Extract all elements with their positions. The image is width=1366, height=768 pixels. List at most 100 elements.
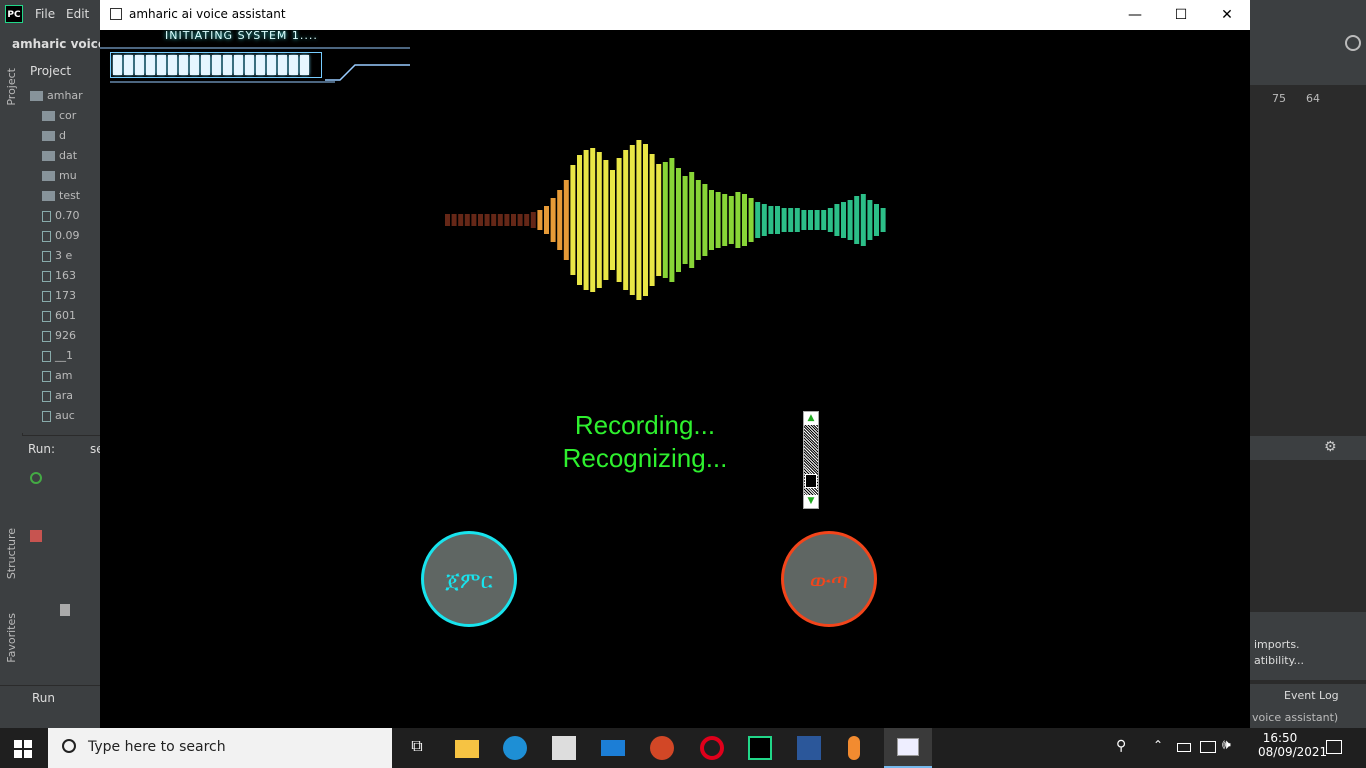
waveform-bar [669, 158, 675, 282]
project-tool-tab[interactable]: Project [5, 68, 18, 106]
file-icon [42, 290, 51, 302]
tree-item-label: 163 [55, 269, 76, 282]
warning-count[interactable]: 75 [1272, 92, 1286, 105]
gear-icon[interactable]: ⚙ [1324, 439, 1337, 455]
waveform-bar [530, 212, 536, 228]
status-scrollbar[interactable]: ▲ ▼ [803, 411, 819, 509]
waveform-bar [702, 184, 708, 256]
project-name: amharic voice [12, 37, 106, 51]
pycharm-icon[interactable] [748, 736, 772, 760]
progress-segment [278, 55, 287, 75]
system-progress-bar [110, 52, 322, 78]
taskbar-search-box[interactable]: Type here to search [48, 728, 392, 768]
waveform-bar [577, 155, 582, 285]
taskbar-clock[interactable]: 16:50 08/09/2021 [1258, 731, 1327, 759]
windows-start-icon[interactable] [14, 740, 32, 758]
waveform-bar [544, 206, 549, 234]
waveform-bar [781, 208, 787, 232]
powerpoint-icon[interactable] [650, 736, 674, 760]
opera-icon[interactable] [700, 736, 724, 760]
notifications-icon[interactable] [1326, 740, 1342, 754]
minimize-button[interactable]: — [1112, 0, 1158, 30]
waveform-bar [722, 194, 728, 246]
waveform-bar [735, 192, 741, 248]
search-placeholder: Type here to search [88, 739, 226, 755]
waveform-bar [511, 214, 516, 226]
store-icon[interactable] [552, 736, 576, 760]
microphone-icon[interactable] [848, 736, 860, 760]
waveform-bar [827, 208, 833, 232]
people-icon[interactable]: ⚲ [1116, 738, 1126, 754]
close-button[interactable]: ✕ [1204, 0, 1250, 30]
rerun-icon[interactable] [30, 472, 42, 484]
waveform-bar [847, 200, 853, 240]
file-icon [42, 210, 51, 222]
waveform-bar [656, 164, 662, 276]
stop-icon[interactable] [30, 530, 42, 542]
waveform-bar [788, 208, 794, 232]
file-icon [42, 350, 51, 362]
progress-segment [157, 55, 166, 75]
favorites-tool-tab[interactable]: Favorites [5, 613, 18, 663]
waveform-bar [689, 172, 695, 268]
status-bar-text: voice assistant) [1252, 711, 1339, 724]
tree-item-label: dat [59, 149, 78, 162]
task-view-icon[interactable]: ⧉ [405, 736, 429, 760]
progress-segment [146, 55, 155, 75]
waveform-bar [742, 194, 747, 246]
tree-folder[interactable]: amhar [30, 86, 108, 106]
start-button[interactable]: ጀምር [421, 531, 517, 627]
tree-item-label: 926 [55, 329, 76, 342]
progress-segment [201, 55, 210, 75]
scroll-down-arrow-icon[interactable]: ▼ [804, 495, 818, 508]
volume-icon[interactable]: 🕪 [1222, 737, 1231, 753]
scroll-thumb[interactable] [805, 474, 817, 488]
scroll-up-arrow-icon[interactable]: ▲ [804, 412, 818, 425]
tree-item-label: amhar [47, 89, 83, 102]
notice-line-1: imports. [1254, 638, 1300, 651]
taskbar-app-window-active[interactable] [884, 728, 932, 768]
edge-icon[interactable] [503, 736, 527, 760]
file-explorer-icon[interactable] [455, 740, 479, 758]
waveform-bar [768, 206, 774, 234]
pycharm-logo-icon: PC [5, 5, 23, 23]
project-panel-title[interactable]: Project [30, 64, 71, 78]
waveform-bar [814, 210, 820, 230]
tree-item-label: auc [55, 409, 75, 422]
waveform-bar [860, 194, 866, 246]
chevron-up-icon[interactable]: ⌃ [1153, 738, 1163, 752]
run-button[interactable]: Run [32, 691, 55, 705]
search-icon[interactable] [1345, 35, 1361, 51]
waveform-bar [478, 214, 483, 226]
waveform-bar [748, 198, 754, 242]
waveform-bar [854, 196, 860, 244]
event-log-link[interactable]: Event Log [1284, 689, 1339, 702]
waveform-bar [867, 200, 873, 240]
ide-bottom-bar: Run [0, 685, 100, 709]
file-icon [42, 310, 51, 322]
menu-edit[interactable]: Edit [66, 7, 89, 21]
exit-button[interactable]: ውጣ [781, 531, 877, 627]
progress-segment [190, 55, 199, 75]
mail-icon[interactable] [601, 740, 625, 756]
progress-segment [212, 55, 221, 75]
waveform-bar [603, 160, 609, 280]
notification-balloon[interactable]: imports. atibility... [1250, 612, 1366, 680]
run-label: Run: [28, 442, 56, 456]
check-count[interactable]: 64 [1306, 92, 1320, 105]
waveform-bar [794, 208, 800, 232]
maximize-button[interactable]: ☐ [1158, 0, 1204, 30]
trash-icon[interactable] [60, 604, 70, 616]
folder-icon [42, 151, 55, 161]
menu-file[interactable]: File [35, 7, 55, 21]
waveform-bar [445, 214, 450, 226]
battery-icon[interactable] [1177, 743, 1191, 752]
word-icon[interactable] [797, 736, 821, 760]
waveform-bar [880, 208, 886, 232]
waveform-bar [517, 214, 523, 226]
network-icon[interactable] [1200, 741, 1216, 753]
tree-item-label: am [55, 369, 73, 382]
structure-tool-tab[interactable]: Structure [5, 528, 18, 579]
waveform-bar [643, 144, 648, 296]
waveform-bar [755, 202, 761, 238]
